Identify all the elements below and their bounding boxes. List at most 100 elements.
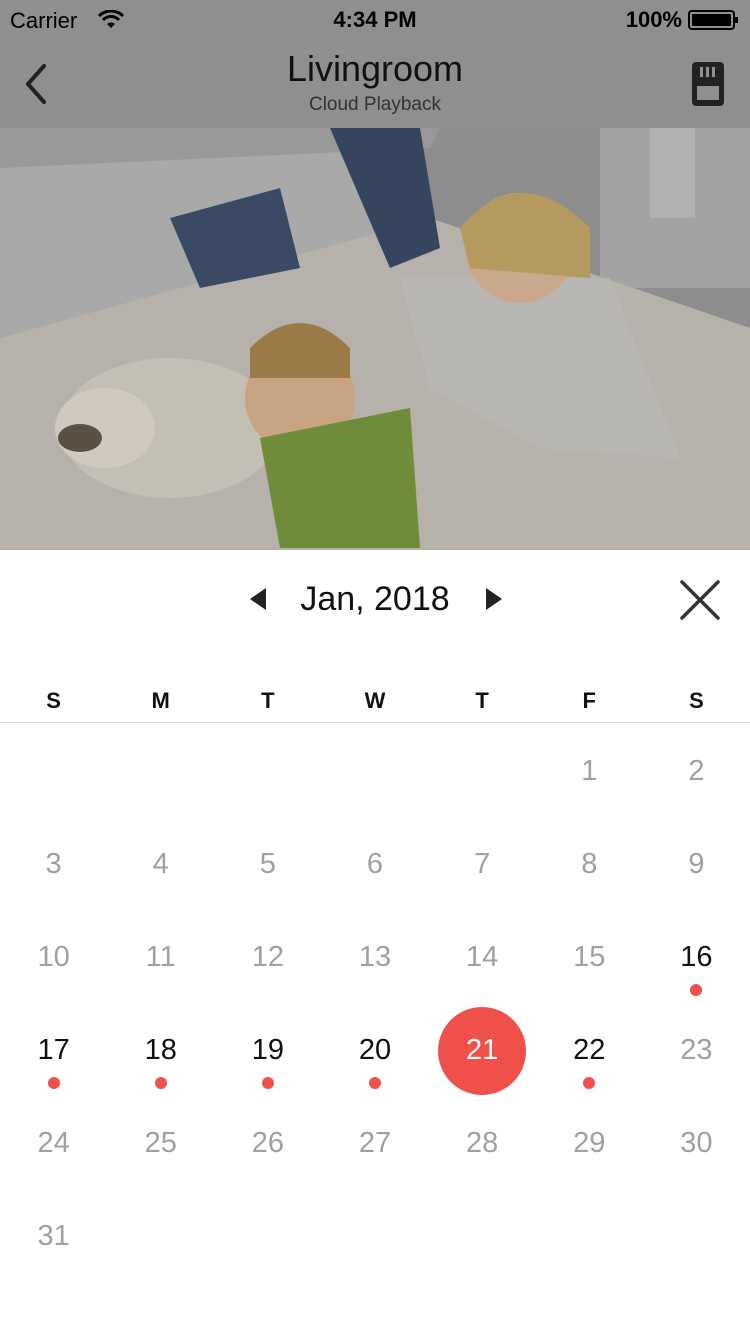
close-icon bbox=[680, 580, 720, 620]
day-cell[interactable]: 9 bbox=[643, 816, 750, 909]
day-number: 12 bbox=[251, 941, 284, 973]
day-cell[interactable]: 11 bbox=[107, 909, 214, 1002]
day-number: 6 bbox=[366, 848, 384, 880]
day-cell[interactable]: 1 bbox=[536, 723, 643, 816]
day-number: 14 bbox=[466, 941, 499, 973]
day-grid: 1 2 3 4 5 6 7 8 9 10 11 12 13 14 15 16 17 18 19 20 21 22 23 24 2… bbox=[0, 723, 750, 1281]
day-cell[interactable]: 29 bbox=[536, 1095, 643, 1188]
day-cell[interactable]: 25 bbox=[107, 1095, 214, 1188]
day-cell[interactable]: 14 bbox=[429, 909, 536, 1002]
sd-card-button[interactable] bbox=[688, 60, 728, 108]
calendar-header: Jan, 2018 bbox=[0, 550, 750, 650]
day-cell[interactable]: 4 bbox=[107, 816, 214, 909]
page-subtitle: Cloud Playback bbox=[308, 94, 442, 115]
month-label: Jan, 2018 bbox=[300, 580, 450, 618]
day-number: 21 bbox=[466, 1034, 499, 1066]
day-cell[interactable]: 22 bbox=[536, 1002, 643, 1095]
day-number: 25 bbox=[144, 1127, 177, 1159]
battery-percent: 100% bbox=[625, 7, 682, 32]
empty-day-cell bbox=[0, 723, 107, 816]
day-cell[interactable]: 5 bbox=[214, 816, 321, 909]
camera-snapshot-image bbox=[0, 128, 750, 550]
day-cell[interactable]: 12 bbox=[214, 909, 321, 1002]
day-cell[interactable]: 8 bbox=[536, 816, 643, 909]
day-cell[interactable]: 23 bbox=[643, 1002, 750, 1095]
day-number: 5 bbox=[259, 848, 276, 880]
weekday-label: S bbox=[46, 688, 61, 713]
close-button[interactable] bbox=[676, 576, 724, 624]
day-number: 19 bbox=[251, 1034, 284, 1066]
empty-day-cell bbox=[321, 723, 428, 816]
recording-dot-icon bbox=[690, 984, 703, 996]
day-number: 15 bbox=[573, 941, 606, 973]
day-number: 31 bbox=[37, 1220, 70, 1252]
day-number: 28 bbox=[466, 1127, 499, 1159]
day-number: 8 bbox=[581, 848, 598, 880]
day-cell[interactable]: 31 bbox=[0, 1188, 107, 1281]
day-number: 24 bbox=[37, 1127, 70, 1159]
day-number: 13 bbox=[358, 941, 392, 973]
day-number: 22 bbox=[573, 1034, 606, 1066]
day-number: 18 bbox=[144, 1034, 177, 1066]
day-number: 29 bbox=[573, 1127, 606, 1159]
day-number: 17 bbox=[37, 1034, 70, 1066]
day-number: 27 bbox=[358, 1127, 392, 1159]
day-number: 4 bbox=[152, 848, 169, 880]
page-title: Livingroom bbox=[286, 48, 464, 89]
triangle-left-icon bbox=[250, 588, 266, 610]
day-cell[interactable]: 10 bbox=[0, 909, 107, 1002]
navigation-bar: Livingroom Cloud Playback bbox=[0, 40, 750, 128]
day-number: 2 bbox=[688, 755, 705, 787]
weekday-label: T bbox=[261, 688, 275, 713]
day-cell[interactable]: 27 bbox=[321, 1095, 428, 1188]
recording-dot-icon bbox=[47, 1077, 60, 1089]
day-number: 16 bbox=[680, 941, 713, 973]
day-number: 3 bbox=[45, 848, 62, 880]
recording-dot-icon bbox=[154, 1077, 167, 1089]
triangle-right-icon bbox=[486, 588, 502, 610]
empty-day-cell bbox=[107, 723, 214, 816]
day-cell[interactable]: 24 bbox=[0, 1095, 107, 1188]
day-number: 30 bbox=[680, 1127, 713, 1159]
previous-month-button[interactable] bbox=[244, 584, 274, 614]
selected-day-cell[interactable]: 21 bbox=[429, 1002, 536, 1095]
day-cell[interactable]: 2 bbox=[643, 723, 750, 816]
day-cell[interactable]: 17 bbox=[0, 1002, 107, 1095]
day-number: 1 bbox=[581, 755, 598, 787]
day-cell[interactable]: 13 bbox=[321, 909, 428, 1002]
day-cell[interactable]: 30 bbox=[643, 1095, 750, 1188]
sd-card-icon bbox=[692, 62, 724, 106]
recording-dot-icon bbox=[583, 1077, 596, 1089]
empty-day-cell bbox=[429, 723, 536, 816]
day-cell[interactable]: 7 bbox=[429, 816, 536, 909]
recording-dot-icon bbox=[368, 1077, 381, 1089]
day-number: 11 bbox=[145, 941, 176, 973]
day-cell[interactable]: 28 bbox=[429, 1095, 536, 1188]
empty-day-cell bbox=[214, 723, 321, 816]
day-number: 23 bbox=[680, 1034, 713, 1066]
day-number: 10 bbox=[37, 941, 70, 973]
weekday-label: W bbox=[364, 688, 386, 713]
recording-dot-icon bbox=[261, 1077, 274, 1089]
day-cell[interactable]: 6 bbox=[321, 816, 428, 909]
weekday-label: F bbox=[582, 688, 596, 713]
day-number: 26 bbox=[251, 1127, 284, 1159]
next-month-button[interactable] bbox=[478, 584, 508, 614]
dimmed-overlay[interactable]: Carrier 4:34 PM 100% Livingroom Cloud Pl… bbox=[0, 0, 750, 550]
day-cell[interactable]: 26 bbox=[214, 1095, 321, 1188]
day-number: 20 bbox=[358, 1034, 392, 1066]
day-cell[interactable]: 15 bbox=[536, 909, 643, 1002]
calendar-sheet: Jan, 2018 S M T W T F S 1 2 3 4 5 6 7 8 9 10 11 12 1… bbox=[0, 550, 750, 1334]
day-cell[interactable]: 3 bbox=[0, 816, 107, 909]
day-cell[interactable]: 16 bbox=[643, 909, 750, 1002]
status-bar: Carrier 4:34 PM 100% bbox=[0, 0, 750, 40]
day-cell[interactable]: 18 bbox=[107, 1002, 214, 1095]
day-number: 7 bbox=[474, 848, 491, 880]
day-number: 9 bbox=[688, 848, 705, 880]
weekday-label: M bbox=[151, 688, 170, 713]
weekday-header-row: S M T W T F S bbox=[0, 684, 750, 723]
day-cell[interactable]: 19 bbox=[214, 1002, 321, 1095]
battery-icon bbox=[688, 10, 738, 30]
day-cell[interactable]: 20 bbox=[321, 1002, 428, 1095]
weekday-label: S bbox=[689, 688, 704, 713]
